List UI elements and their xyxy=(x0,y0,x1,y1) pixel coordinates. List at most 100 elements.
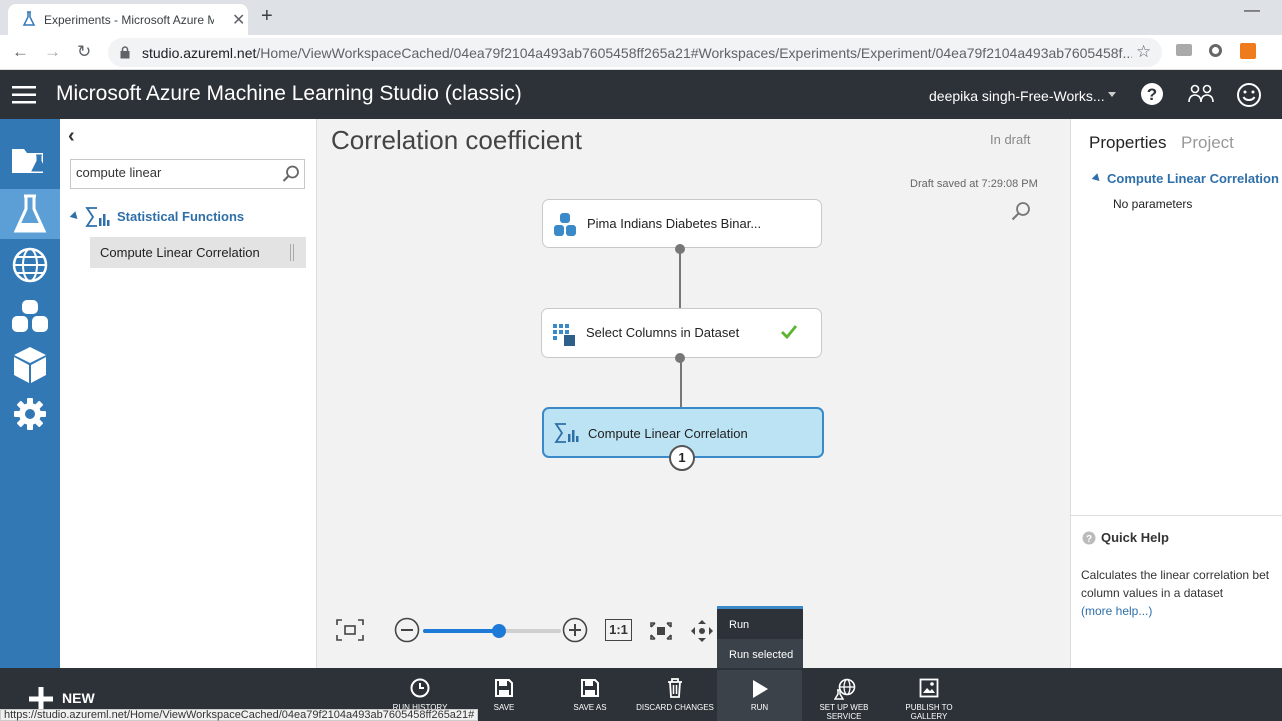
gallery-icon xyxy=(919,678,939,698)
rail-experiments[interactable] xyxy=(0,189,60,239)
palette-search-input[interactable] xyxy=(76,165,266,180)
quick-help-title: Quick Help xyxy=(1101,530,1169,545)
more-help-link[interactable]: (more help...) xyxy=(1081,602,1281,620)
fit-to-screen-icon[interactable] xyxy=(335,618,365,642)
trash-icon xyxy=(668,678,682,698)
palette-search[interactable] xyxy=(70,159,305,189)
extension-r-icon[interactable] xyxy=(1240,43,1256,59)
play-icon xyxy=(753,680,768,698)
chevron-down-icon[interactable] xyxy=(1108,92,1116,97)
rail-settings[interactable] xyxy=(0,389,60,439)
zoom-in-icon[interactable] xyxy=(562,617,588,643)
expand-triangle-icon[interactable] xyxy=(69,211,81,222)
experiment-canvas[interactable]: Correlation coefficient In draft Draft s… xyxy=(317,119,1070,671)
tab-properties[interactable]: Properties xyxy=(1089,133,1166,153)
lock-icon xyxy=(120,46,130,59)
node-label: Select Columns in Dataset xyxy=(586,325,740,340)
statistical-functions-icon xyxy=(554,423,579,443)
rail-datasets[interactable] xyxy=(0,291,60,341)
pan-icon[interactable] xyxy=(689,618,715,644)
checkmark-icon xyxy=(781,325,798,340)
rail-projects[interactable] xyxy=(0,135,60,185)
rail-trained-models[interactable] xyxy=(0,340,60,390)
experiment-title[interactable]: Correlation coefficient xyxy=(331,125,582,156)
set-up-web-service-button[interactable]: SET UP WEB SERVICE xyxy=(814,678,874,721)
discard-changes-label: DISCARD CHANGES xyxy=(636,703,714,712)
projects-folder-icon xyxy=(12,149,47,173)
address-bar[interactable]: studio.azureml.net/Home/ViewWorkspaceCac… xyxy=(108,38,1162,67)
output-port[interactable] xyxy=(675,353,685,363)
community-icon[interactable] xyxy=(1187,82,1215,106)
gear-icon xyxy=(14,398,46,430)
run-button[interactable]: RUN xyxy=(717,670,802,721)
workspace-user-dropdown[interactable]: deepika singh-Free-Works... xyxy=(929,88,1105,104)
close-tab-icon[interactable]: ✕ xyxy=(232,10,245,30)
select-columns-icon xyxy=(553,324,575,346)
save-button[interactable]: SAVE xyxy=(484,678,524,721)
save-as-button[interactable]: SAVE AS xyxy=(565,678,615,721)
star-icon[interactable]: ☆ xyxy=(1136,42,1151,62)
datasets-cylinders-icon xyxy=(12,300,48,332)
connector-edge xyxy=(679,249,681,311)
publish-to-gallery-button[interactable]: PUBLISH TO GALLERY xyxy=(898,678,960,721)
connector-edge xyxy=(680,358,682,410)
discard-changes-button[interactable]: DISCARD CHANGES xyxy=(631,678,719,721)
module-label: Compute Linear Correlation xyxy=(100,245,260,260)
minimize-icon[interactable]: — xyxy=(1244,2,1260,20)
cube-icon xyxy=(14,347,46,383)
reload-icon[interactable]: ↻ xyxy=(77,42,91,62)
browser-tab[interactable]: Experiments - Microsoft Azure M ✕ xyxy=(8,4,248,35)
node-select-columns[interactable]: Select Columns in Dataset xyxy=(541,308,822,358)
extension-icon[interactable] xyxy=(1176,44,1192,56)
new-tab-icon[interactable]: + xyxy=(261,5,273,28)
run-selected-label: Run selected xyxy=(729,649,794,661)
module-palette: ‹ Statistical Functions Compute Linear C… xyxy=(60,119,317,668)
back-icon[interactable]: ← xyxy=(12,42,29,62)
rail-web-services[interactable] xyxy=(0,239,60,289)
expand-triangle-icon[interactable] xyxy=(1091,173,1103,184)
quick-help: ? Quick Help Calculates the linear corre… xyxy=(1071,515,1282,668)
properties-section-title: Compute Linear Correlation xyxy=(1107,171,1279,186)
set-up-web-service-label: SET UP WEB SERVICE xyxy=(819,703,869,721)
experiments-flask-icon xyxy=(13,194,47,233)
feedback-smiley-icon[interactable] xyxy=(1236,82,1262,108)
experiment-status: In draft xyxy=(990,132,1031,147)
extension-circle-icon[interactable] xyxy=(1209,44,1222,57)
web-service-globe-icon xyxy=(834,678,856,700)
tab-title: Experiments - Microsoft Azure M xyxy=(44,13,214,27)
forward-icon[interactable]: → xyxy=(44,42,61,62)
flask-icon xyxy=(22,11,36,26)
module-compute-linear-correlation[interactable]: Compute Linear Correlation xyxy=(90,237,306,268)
statistical-functions-icon xyxy=(85,207,110,227)
category-statistical-functions[interactable]: Statistical Functions xyxy=(117,209,244,224)
app-title: Microsoft Azure Machine Learning Studio … xyxy=(56,82,522,105)
left-nav-rail xyxy=(0,119,60,668)
actual-size-button[interactable]: 1:1 xyxy=(605,619,632,641)
quick-help-text: Calculates the linear correlation bet co… xyxy=(1081,566,1281,620)
node-pima-dataset[interactable]: Pima Indians Diabetes Binar... xyxy=(542,199,822,248)
output-port-badge[interactable]: 1 xyxy=(669,445,695,471)
node-label: Pima Indians Diabetes Binar... xyxy=(587,216,762,231)
collapse-palette-icon[interactable]: ‹ xyxy=(68,125,75,148)
browser-tab-strip: Experiments - Microsoft Azure M ✕ + — xyxy=(0,0,1282,35)
drag-handle-icon[interactable] xyxy=(290,244,294,261)
help-icon[interactable]: ? xyxy=(1140,82,1164,106)
clock-icon xyxy=(410,678,430,698)
fit-selection-icon[interactable] xyxy=(648,618,674,644)
svg-text:?: ? xyxy=(1086,534,1092,545)
search-icon[interactable] xyxy=(282,165,300,183)
run-dropdown-menu: Run Run selected xyxy=(717,606,803,671)
hamburger-menu-icon[interactable] xyxy=(12,86,36,104)
tab-project[interactable]: Project xyxy=(1181,133,1234,153)
canvas-search-icon[interactable] xyxy=(1011,201,1031,221)
zoom-slider-thumb[interactable] xyxy=(491,624,506,638)
node-label: Compute Linear Correlation xyxy=(588,426,748,441)
output-port[interactable] xyxy=(675,244,685,254)
dataset-cylinders-icon xyxy=(554,213,576,236)
zoom-out-icon[interactable] xyxy=(394,617,420,643)
help-circle-icon: ? xyxy=(1082,531,1096,545)
no-parameters-text: No parameters xyxy=(1113,197,1193,211)
run-menu-item[interactable]: Run xyxy=(729,619,749,631)
draft-saved-time: Draft saved at 7:29:08 PM xyxy=(910,178,1038,190)
zoom-slider[interactable] xyxy=(423,624,561,638)
